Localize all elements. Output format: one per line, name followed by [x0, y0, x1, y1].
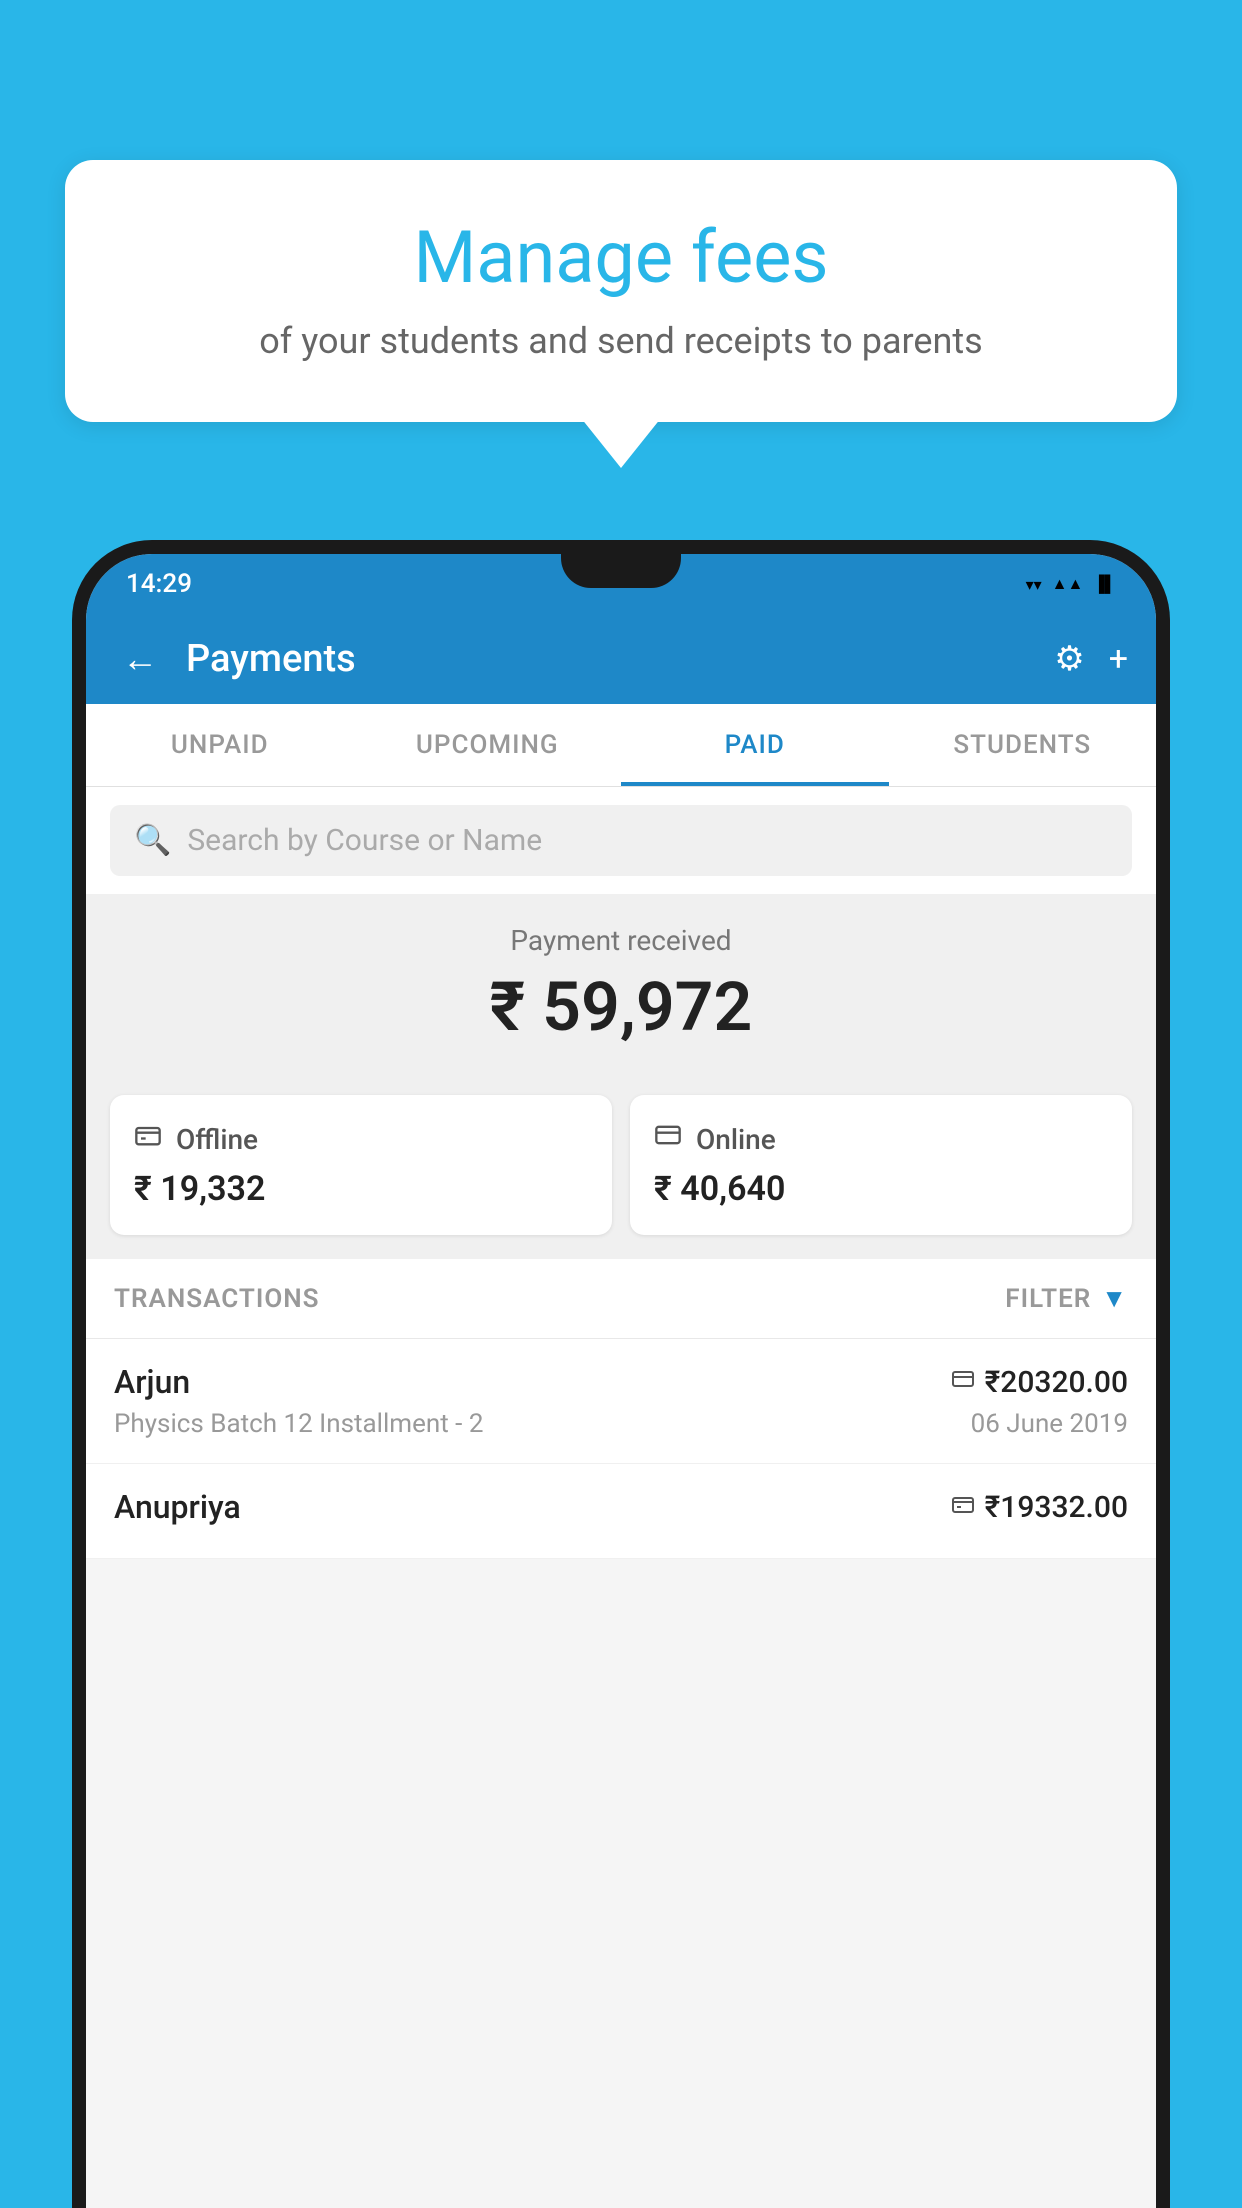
transaction-row1-1: Anupriya ₹19332.00 — [114, 1488, 1128, 1526]
tab-students[interactable]: STUDENTS — [889, 704, 1157, 786]
settings-icon[interactable]: ⚙ — [1054, 639, 1084, 679]
transaction-payment-icon-1 — [951, 1492, 975, 1523]
online-card: Online ₹ 40,640 — [630, 1095, 1132, 1235]
online-type: Online — [696, 1123, 776, 1156]
payment-total-amount: ₹ 59,972 — [110, 967, 1132, 1047]
filter-label: FILTER — [1005, 1284, 1091, 1314]
status-time: 14:29 — [126, 569, 192, 599]
transactions-label: TRANSACTIONS — [114, 1284, 320, 1314]
wifi-icon: ▾▾ — [1026, 575, 1042, 594]
signal-icon: ▲▲ — [1052, 574, 1084, 594]
online-amount: ₹ 40,640 — [654, 1169, 1108, 1209]
transaction-row1-0: Arjun ₹20320.00 — [114, 1363, 1128, 1401]
status-icons: ▾▾ ▲▲ ▐▌ — [1026, 574, 1116, 594]
speech-bubble: Manage fees of your students and send re… — [65, 160, 1177, 422]
offline-type: Offline — [176, 1123, 258, 1156]
back-button[interactable]: ← — [114, 630, 166, 688]
offline-card-header: Offline — [134, 1121, 588, 1157]
phone-screen: 14:29 ▾▾ ▲▲ ▐▌ ← Payments ⚙ + UNPAID UPC… — [86, 554, 1156, 2208]
payment-received-label: Payment received — [110, 924, 1132, 957]
tab-upcoming[interactable]: UPCOMING — [354, 704, 622, 786]
transaction-date-0: 06 June 2019 — [971, 1409, 1128, 1439]
page-title: Payments — [186, 637, 1034, 681]
transaction-name-0: Arjun — [114, 1363, 190, 1401]
filter-icon: ▼ — [1101, 1283, 1128, 1314]
payment-cards: Offline ₹ 19,332 Online ₹ 40,640 — [86, 1095, 1156, 1259]
transaction-payment-icon-0 — [951, 1367, 975, 1398]
phone-frame: 14:29 ▾▾ ▲▲ ▐▌ ← Payments ⚙ + UNPAID UPC… — [72, 540, 1170, 2208]
transaction-desc-0: Physics Batch 12 Installment - 2 — [114, 1409, 483, 1439]
offline-card: Offline ₹ 19,332 — [110, 1095, 612, 1235]
tab-paid[interactable]: PAID — [621, 704, 889, 786]
transaction-row2-0: Physics Batch 12 Installment - 2 06 June… — [114, 1409, 1128, 1439]
online-icon — [654, 1121, 682, 1157]
transaction-name-1: Anupriya — [114, 1488, 241, 1526]
bubble-title: Manage fees — [125, 215, 1117, 300]
bubble-subtitle: of your students and send receipts to pa… — [125, 320, 1117, 362]
phone-notch — [561, 554, 681, 588]
tab-unpaid[interactable]: UNPAID — [86, 704, 354, 786]
payment-received-section: Payment received ₹ 59,972 — [86, 894, 1156, 1095]
offline-icon — [134, 1121, 162, 1157]
transaction-amount-0: ₹20320.00 — [985, 1365, 1128, 1400]
add-icon[interactable]: + — [1109, 639, 1128, 679]
transaction-item-1[interactable]: Anupriya ₹19332.00 — [86, 1464, 1156, 1559]
offline-amount: ₹ 19,332 — [134, 1169, 588, 1209]
app-bar: ← Payments ⚙ + — [86, 614, 1156, 704]
transaction-amount-wrap-1: ₹19332.00 — [951, 1490, 1128, 1525]
tabs: UNPAID UPCOMING PAID STUDENTS — [86, 704, 1156, 787]
app-bar-actions: ⚙ + — [1054, 639, 1128, 679]
transaction-item-0[interactable]: Arjun ₹20320.00 Physics Batch 12 Install… — [86, 1339, 1156, 1464]
search-icon: 🔍 — [134, 823, 171, 858]
battery-icon: ▐▌ — [1093, 574, 1116, 594]
online-card-header: Online — [654, 1121, 1108, 1157]
search-input[interactable]: Search by Course or Name — [187, 823, 542, 858]
transaction-amount-1: ₹19332.00 — [985, 1490, 1128, 1525]
transactions-header: TRANSACTIONS FILTER ▼ — [86, 1259, 1156, 1339]
search-container: 🔍 Search by Course or Name — [86, 787, 1156, 894]
filter-button[interactable]: FILTER ▼ — [1005, 1283, 1128, 1314]
transaction-amount-wrap-0: ₹20320.00 — [951, 1365, 1128, 1400]
search-box[interactable]: 🔍 Search by Course or Name — [110, 805, 1132, 876]
